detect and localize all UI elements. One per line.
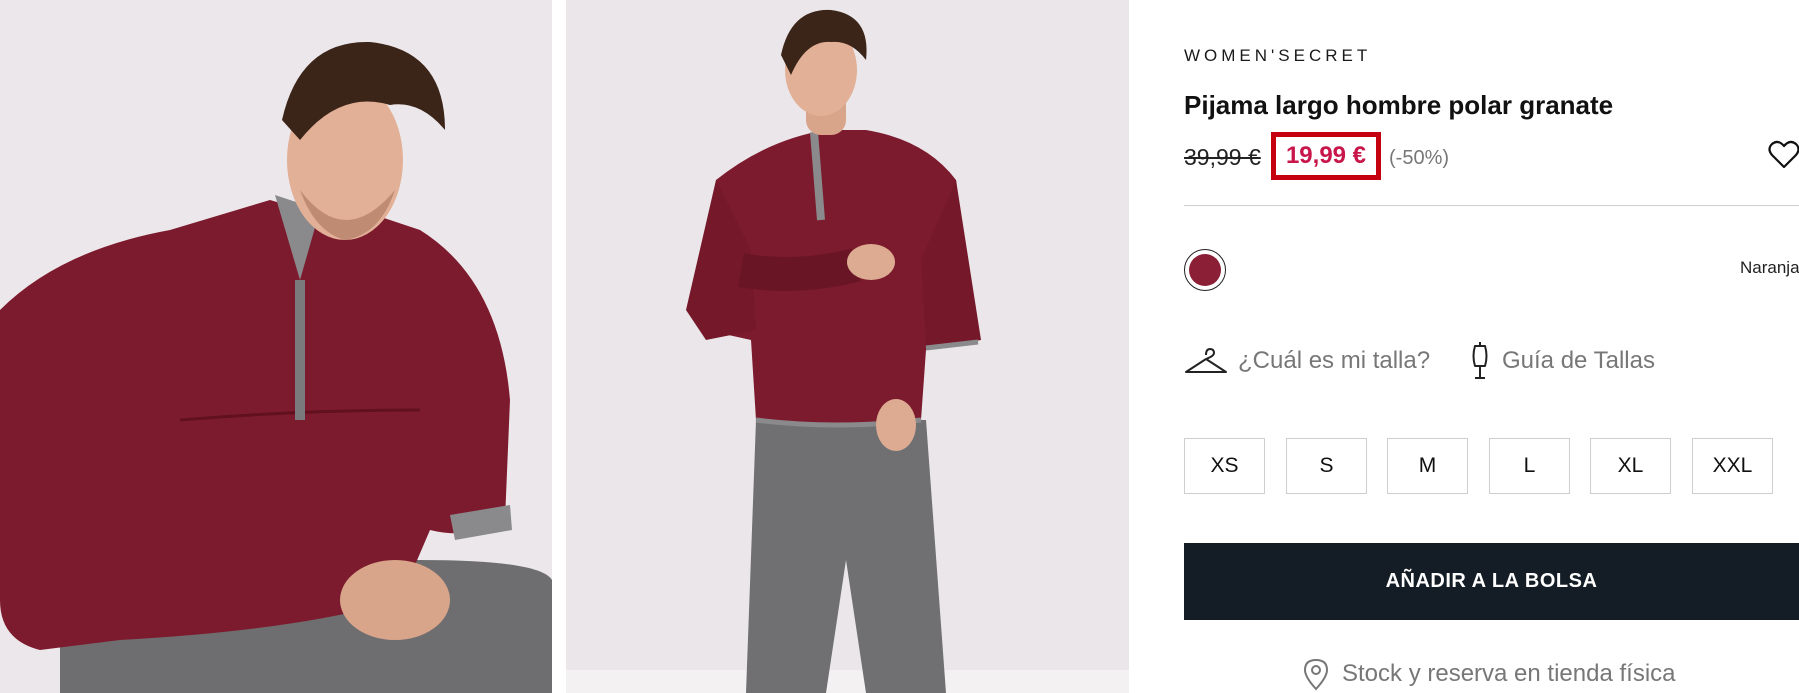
discount-label: (-50%) [1389,147,1450,169]
product-gallery [0,0,1129,693]
size-guide-label: Guía de Tallas [1502,347,1655,374]
size-option-xl[interactable]: XL [1590,438,1671,494]
sale-price: 19,99 € [1285,142,1367,169]
size-guide-link[interactable]: Guía de Tallas [1468,340,1655,382]
model-photo-full [566,0,1129,693]
color-swatch-fill [1189,254,1221,286]
size-finder-link[interactable]: ¿Cuál es mi talla? [1184,340,1430,382]
size-finder-label: ¿Cuál es mi talla? [1238,347,1431,374]
price-row: 39,99 € 19,99 € (-50%) [1184,132,1799,180]
size-option-xxl[interactable]: XXL [1692,438,1773,494]
model-photo-closeup [0,0,552,693]
location-pin-icon [1303,658,1329,691]
store-stock-label: Stock y reserva en tienda física [1342,660,1676,687]
wishlist-button[interactable] [1767,138,1799,172]
original-price: 39,99 € [1184,144,1261,170]
product-image-1[interactable] [0,0,552,693]
divider [1184,205,1799,206]
product-title: Pijama largo hombre polar granate [1184,90,1614,120]
brand-name: WOMEN'SECRET [1184,46,1372,65]
color-name: Naranja [1740,258,1799,277]
size-option-xs[interactable]: XS [1184,438,1265,494]
size-option-s[interactable]: S [1286,438,1367,494]
product-info-panel: WOMEN'SECRET Pijama largo hombre polar g… [1184,0,1799,693]
size-option-m[interactable]: M [1387,438,1468,494]
color-swatch[interactable] [1184,249,1226,291]
mannequin-icon [1472,342,1488,379]
size-option-l[interactable]: L [1489,438,1570,494]
product-image-2[interactable] [566,0,1129,693]
hanger-icon [1185,348,1227,373]
add-to-bag-button[interactable]: AÑADIR A LA BOLSA [1184,543,1799,620]
sale-price-highlight: 19,99 € [1271,132,1381,180]
heart-icon [1768,140,1799,169]
store-stock-link[interactable]: Stock y reserva en tienda física [1302,656,1676,692]
